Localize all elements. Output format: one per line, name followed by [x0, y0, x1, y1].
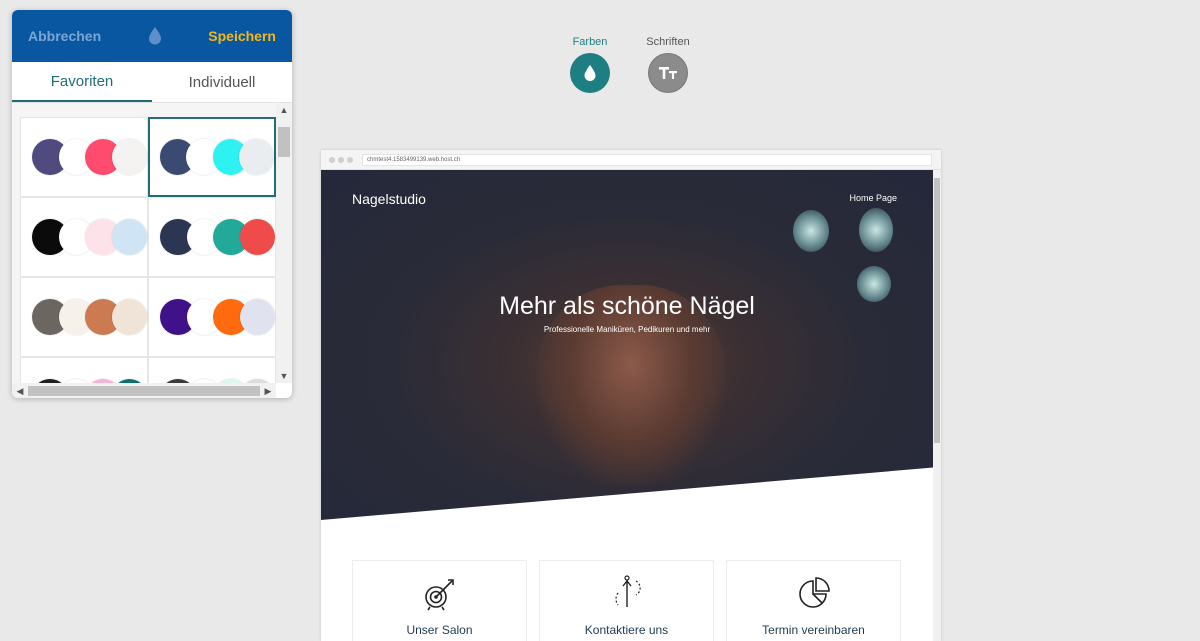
fonts-toggle[interactable]: Schriften: [646, 36, 690, 93]
scroll-up-icon[interactable]: ▲: [276, 105, 292, 115]
palette-grid-viewport: [12, 103, 276, 383]
feature-card-salon[interactable]: Unser Salon: [352, 560, 527, 641]
color-swatch: [239, 299, 275, 335]
horizontal-scrollbar[interactable]: ◀ ▶: [12, 383, 276, 398]
preview-scroll-thumb[interactable]: [934, 178, 940, 443]
colors-toggle-button[interactable]: [570, 53, 610, 93]
palette-tabs: Favoriten Individuell: [12, 62, 292, 103]
vertical-scrollbar[interactable]: ▲ ▼: [276, 103, 292, 383]
window-dot-icon: [329, 156, 335, 163]
palette-card[interactable]: [148, 117, 276, 197]
direction-icon: [615, 575, 641, 607]
color-swatch: [239, 219, 275, 255]
color-swatch: [111, 299, 147, 335]
palette-card[interactable]: [20, 197, 148, 277]
scroll-right-icon[interactable]: ▶: [260, 386, 276, 396]
nav-link-home[interactable]: Home Page: [849, 193, 897, 203]
colors-toggle[interactable]: Farben: [570, 36, 610, 93]
pie-chart-icon: [799, 577, 830, 608]
site-page: Nagelstudio Home Page Mehr als schöne Nä…: [321, 170, 933, 641]
palette-card[interactable]: [20, 117, 148, 197]
droplet-icon: [148, 27, 161, 45]
palette-card[interactable]: [20, 357, 148, 383]
preview-scrollbar[interactable]: [933, 170, 941, 641]
fonts-toggle-label: Schriften: [646, 36, 690, 48]
feature-label: Kontaktiere uns: [584, 623, 669, 637]
palette-card[interactable]: [148, 357, 276, 383]
address-bar: chmtest4.1583499139.web.host.ch: [362, 153, 932, 166]
feature-card-appointment[interactable]: Termin vereinbaren: [726, 560, 901, 641]
palette-grid: [20, 117, 276, 383]
palette-card[interactable]: [148, 197, 276, 277]
scroll-down-icon[interactable]: ▼: [276, 371, 292, 381]
target-icon: [425, 579, 454, 611]
droplet-icon: [584, 65, 596, 81]
color-swatch: [111, 139, 147, 175]
text-size-icon: [659, 67, 677, 79]
fonts-toggle-button[interactable]: [648, 53, 688, 93]
colors-toggle-label: Farben: [572, 36, 608, 48]
feature-cards: Unser Salon Kontaktiere uns Termin verei…: [352, 560, 901, 641]
color-swatch: [111, 219, 147, 255]
bokeh-light: [793, 210, 829, 252]
panel-header: Abbrechen Speichern: [12, 10, 292, 62]
cancel-button[interactable]: Abbrechen: [28, 28, 101, 44]
site-brand[interactable]: Nagelstudio: [352, 191, 426, 207]
save-button[interactable]: Speichern: [208, 28, 276, 44]
browser-toolbar: chmtest4.1583499139.web.host.ch: [321, 150, 941, 170]
hero-subtitle: Professionelle Maniküren, Pedikuren und …: [543, 325, 711, 334]
color-swatch: [238, 139, 274, 175]
feature-label: Unser Salon: [406, 623, 473, 637]
bokeh-light: [859, 208, 893, 252]
tab-individuell[interactable]: Individuell: [152, 62, 292, 102]
vertical-scroll-thumb[interactable]: [278, 127, 290, 157]
horizontal-scroll-thumb[interactable]: [28, 386, 260, 396]
palette-card[interactable]: [148, 277, 276, 357]
feature-card-contact[interactable]: Kontaktiere uns: [539, 560, 714, 641]
hero-title: Mehr als schöne Nägel: [499, 292, 755, 320]
feature-label: Termin vereinbaren: [762, 623, 865, 637]
color-palette-panel: Abbrechen Speichern Favoriten Individuel…: [12, 10, 292, 398]
hero-image: Nagelstudio Home Page Mehr als schöne Nä…: [321, 170, 933, 520]
window-dot-icon: [347, 156, 353, 163]
scroll-left-icon[interactable]: ◀: [12, 386, 28, 396]
website-preview: chmtest4.1583499139.web.host.ch Nagelstu…: [321, 150, 941, 641]
window-dot-icon: [338, 156, 344, 163]
palette-card[interactable]: [20, 277, 148, 357]
tab-favoriten[interactable]: Favoriten: [12, 62, 152, 102]
